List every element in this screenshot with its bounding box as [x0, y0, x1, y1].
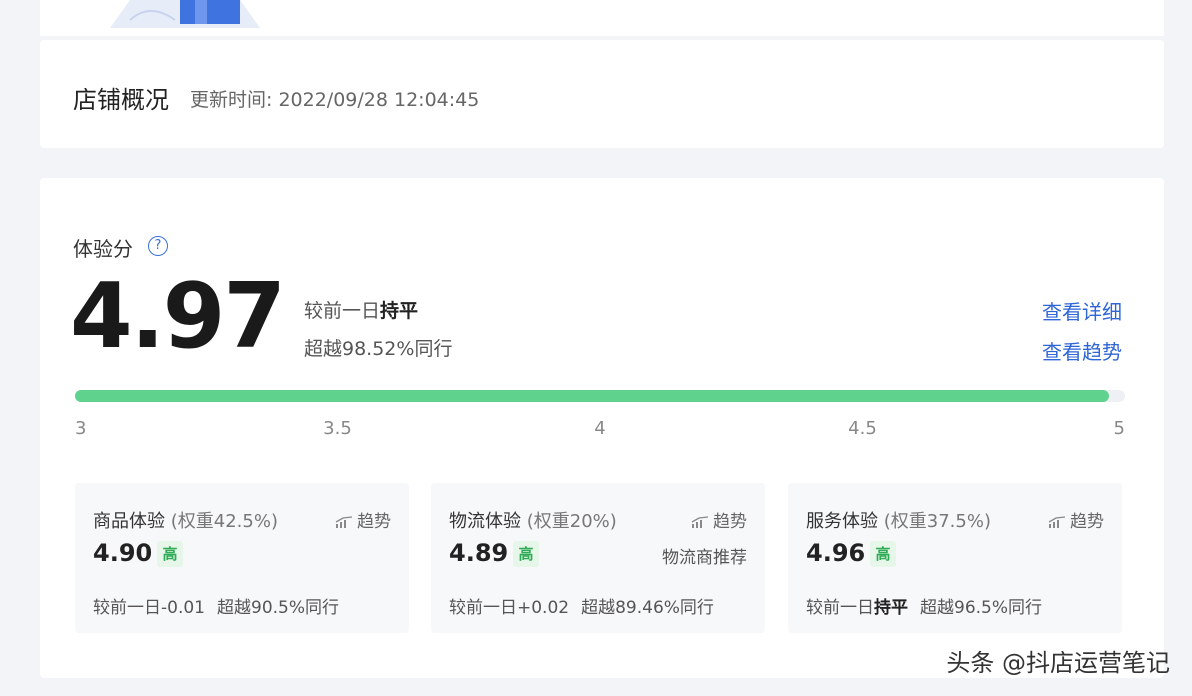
score-progress-bar	[75, 390, 1125, 402]
logistics-recommend-link[interactable]: 物流商推荐	[662, 543, 747, 568]
tick-label: 5	[1113, 418, 1125, 439]
sub-score-footer: 较前一日+0.02 超越89.46%同行	[449, 598, 714, 618]
trend-button[interactable]: 趋势	[691, 507, 747, 532]
beat-peers: 超越98.52%同行	[304, 338, 453, 360]
trend-button[interactable]: 趋势	[1048, 507, 1104, 532]
experience-score-label: 体验分	[73, 237, 133, 261]
experience-score-value: 4.97	[70, 264, 286, 369]
sub-score-value: 4.90	[93, 539, 153, 567]
compare-yesterday: 较前一日持平	[304, 300, 419, 322]
top-banner	[40, 0, 1164, 36]
watermark: 头条 @抖店运营笔记	[946, 649, 1170, 677]
tick-label: 3	[75, 418, 87, 439]
sub-score-title: 物流体验 (权重20%)	[449, 511, 617, 532]
trend-chart-icon	[335, 516, 353, 528]
logistics-experience-card: 物流体验 (权重20%) 趋势 4.89 高 物流商推荐 较前一日+0.02 超越…	[431, 483, 765, 633]
trend-button[interactable]: 趋势	[335, 507, 391, 532]
sub-score-value: 4.89	[449, 539, 509, 567]
score-progress-fill	[75, 390, 1110, 402]
store-overview-card: 店铺概况 更新时间: 2022/09/28 12:04:45	[40, 40, 1164, 148]
sub-score-title: 服务体验 (权重37.5%)	[806, 511, 991, 532]
service-experience-card: 服务体验 (权重37.5%) 趋势 4.96 高 较前一日持平 超越96.5%同行	[788, 483, 1122, 633]
product-experience-card: 商品体验 (权重42.5%) 趋势 4.90 高 较前一日-0.01 超越90.5…	[75, 483, 409, 633]
view-detail-link[interactable]: 查看详细	[1042, 296, 1122, 325]
experience-score-card: 体验分 ? 4.97 较前一日持平 超越98.52%同行 查看详细 查看趋势 3…	[40, 178, 1164, 678]
sub-score-footer: 较前一日-0.01 超越90.5%同行	[93, 598, 340, 618]
tick-label: 4.5	[848, 418, 877, 439]
overview-title: 店铺概况	[73, 86, 169, 114]
high-badge: 高	[870, 541, 896, 567]
sub-score-value: 4.96	[806, 539, 866, 567]
trend-chart-icon	[1048, 516, 1066, 528]
tick-label: 3.5	[323, 418, 352, 439]
sub-score-title: 商品体验 (权重42.5%)	[93, 511, 278, 532]
tick-label: 4	[594, 418, 606, 439]
update-time: 更新时间: 2022/09/28 12:04:45	[190, 89, 480, 111]
banner-illustration	[110, 0, 260, 28]
high-badge: 高	[157, 541, 183, 567]
sub-score-footer: 较前一日持平 超越96.5%同行	[806, 598, 1043, 618]
view-trend-link[interactable]: 查看趋势	[1042, 336, 1122, 365]
high-badge: 高	[513, 541, 539, 567]
trend-chart-icon	[691, 516, 709, 528]
help-icon[interactable]: ?	[148, 236, 168, 256]
